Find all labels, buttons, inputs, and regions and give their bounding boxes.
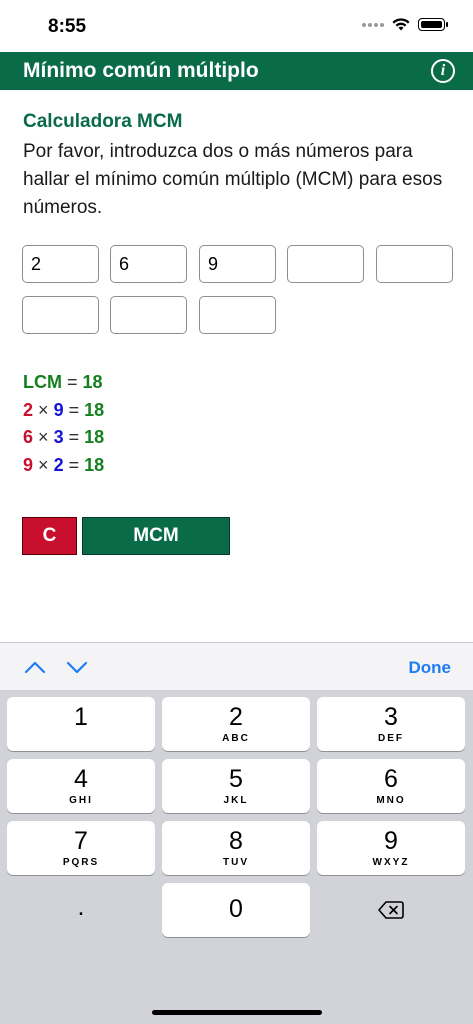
multiple-row: 9 × 2 = 18: [23, 452, 104, 480]
lcm-value: 18: [82, 372, 103, 392]
key-digit: 9: [384, 827, 398, 855]
battery-icon: [418, 18, 448, 31]
product: 18: [84, 399, 105, 420]
equals-sign: =: [68, 427, 80, 447]
times-sign: ×: [38, 399, 49, 420]
app-header: Mínimo común múltiplo i: [0, 52, 473, 90]
results-panel: LCM = 18 2 × 9 = 18 6 × 3 = 18 9 × 2 = 1…: [23, 369, 104, 479]
key-6[interactable]: 6 MNO: [317, 759, 465, 813]
key-digit: 2: [229, 703, 243, 731]
key-digit: 6: [384, 765, 398, 793]
number-input-4[interactable]: [287, 245, 364, 283]
key-9[interactable]: 9 WXYZ: [317, 821, 465, 875]
number-input-5[interactable]: [376, 245, 453, 283]
key-5[interactable]: 5 JKL: [162, 759, 310, 813]
equals-sign: =: [68, 454, 80, 475]
key-digit: 7: [74, 827, 88, 855]
clear-button[interactable]: C: [22, 517, 77, 555]
key-digit: .: [77, 893, 85, 921]
lcm-result-line: LCM = 18: [23, 369, 104, 397]
number: 2: [23, 399, 34, 420]
key-2[interactable]: 2 ABC: [162, 697, 310, 751]
home-indicator[interactable]: [152, 1010, 322, 1015]
key-4[interactable]: 4 GHI: [7, 759, 155, 813]
equals-sign: =: [67, 372, 78, 392]
product: 18: [84, 454, 105, 475]
equals-sign: =: [68, 399, 80, 420]
number-input-2[interactable]: [110, 245, 187, 283]
multiple-row: 6 × 3 = 18: [23, 424, 104, 452]
number-input-8[interactable]: [199, 296, 276, 334]
number-input-1[interactable]: [22, 245, 99, 283]
number: 9: [23, 454, 34, 475]
key-digit: 5: [229, 765, 243, 793]
key-0[interactable]: 0: [162, 883, 310, 937]
delete-key[interactable]: [317, 883, 465, 937]
calculate-mcm-button[interactable]: MCM: [82, 517, 230, 555]
key-letters: MNO: [376, 795, 406, 806]
status-bar: 8:55: [0, 0, 473, 52]
key-letters: ABC: [222, 733, 250, 744]
number: 6: [23, 427, 34, 447]
product: 18: [84, 427, 105, 447]
key-letters: DEF: [378, 733, 404, 744]
key-digit: 8: [229, 827, 243, 855]
chevron-down-icon[interactable]: [66, 657, 88, 677]
number-input-7[interactable]: [110, 296, 187, 334]
keyboard-accessory-bar: Done: [0, 642, 473, 691]
key-3[interactable]: 3 DEF: [317, 697, 465, 751]
instructions-text: Por favor, introduzca dos o más números …: [23, 141, 443, 218]
status-icons: [362, 18, 448, 31]
key-letters: GHI: [69, 795, 93, 806]
key-digit: 1: [74, 703, 88, 731]
factor: 9: [53, 399, 64, 420]
key-digit: 4: [74, 765, 88, 793]
wifi-icon: [392, 18, 410, 31]
key-letters: PQRS: [62, 857, 100, 868]
key-8[interactable]: 8 TUV: [162, 821, 310, 875]
numeric-keyboard: 1 2 ABC 3 DEF 4 GHI 5 JKL 6 MNO 7 PQRS 8…: [0, 690, 473, 1024]
status-time: 8:55: [48, 16, 87, 37]
times-sign: ×: [38, 427, 49, 447]
multiple-row: 2 × 9 = 18: [23, 397, 104, 425]
key-letters: TUV: [223, 857, 249, 868]
page-title: Mínimo común múltiplo: [23, 59, 259, 82]
factor: 3: [53, 427, 64, 447]
chevron-up-icon[interactable]: [24, 657, 46, 677]
key-1[interactable]: 1: [7, 697, 155, 751]
number-input-3[interactable]: [199, 245, 276, 283]
key-dot[interactable]: .: [7, 883, 155, 937]
key-digit: 3: [384, 703, 398, 731]
key-letters: JKL: [223, 795, 249, 806]
info-icon[interactable]: i: [431, 59, 455, 83]
times-sign: ×: [38, 454, 49, 475]
key-letters: WXYZ: [372, 857, 410, 868]
backspace-icon: [378, 901, 404, 919]
lcm-label: LCM: [23, 372, 62, 392]
cellular-signal-icon: [362, 22, 384, 27]
calculator-title: Calculadora MCM: [23, 111, 183, 132]
key-digit: 0: [229, 895, 243, 923]
number-input-6[interactable]: [22, 296, 99, 334]
factor: 2: [53, 454, 64, 475]
done-button[interactable]: Done: [409, 658, 452, 678]
key-7[interactable]: 7 PQRS: [7, 821, 155, 875]
